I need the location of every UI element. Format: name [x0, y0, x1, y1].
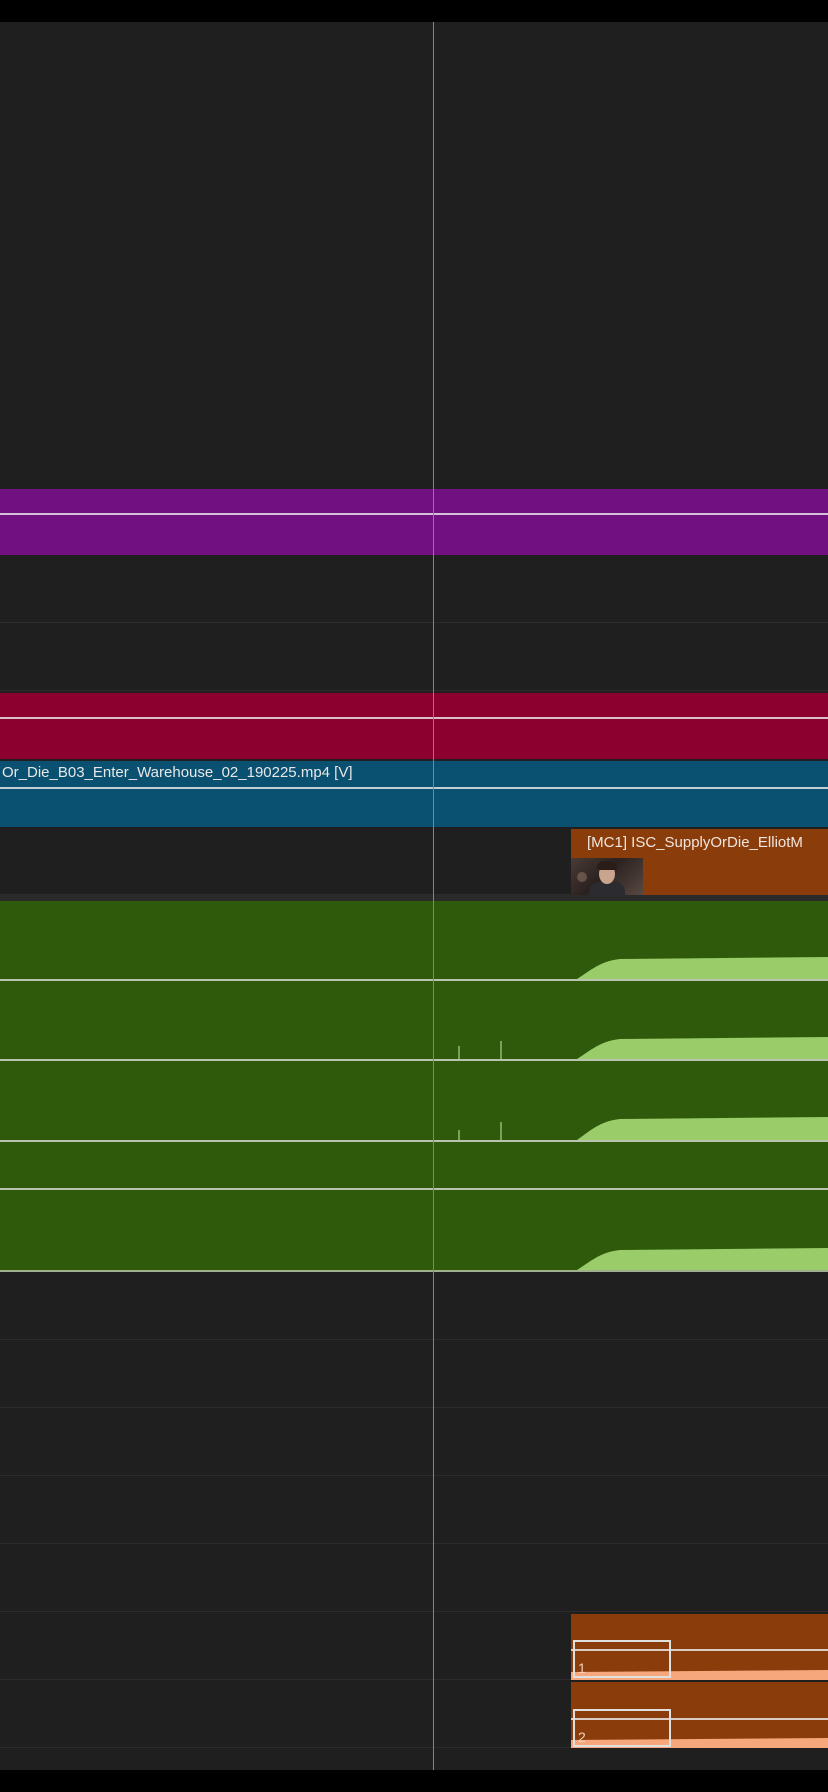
video-track-row[interactable]: [MC1] ISC_SupplyOrDie_ElliotM [0, 827, 828, 895]
clip-keyframe-line[interactable] [0, 787, 828, 789]
multicam-clip[interactable]: [MC1] ISC_SupplyOrDie_ElliotM [571, 829, 828, 895]
clip-name: Or_Die_B03_Enter_Warehouse_02_190225.mp4… [2, 764, 353, 781]
red-clip[interactable] [0, 693, 828, 759]
audio-effect-box[interactable]: 2 [573, 1709, 671, 1747]
audio-track-row[interactable]: 2 [0, 1680, 828, 1748]
clip-name: [MC1] ISC_SupplyOrDie_ElliotM [587, 834, 803, 851]
audio-track-row[interactable] [0, 1544, 828, 1612]
video-track-row[interactable]: Or_Die_B03_Enter_Warehouse_02_190225.mp4… [0, 759, 828, 827]
audio-track-row[interactable]: 1 [0, 1612, 828, 1680]
effect-index: 1 [578, 1660, 586, 1676]
video-clip[interactable]: Or_Die_B03_Enter_Warehouse_02_190225.mp4… [0, 761, 828, 827]
video-track-row[interactable] [0, 487, 828, 555]
video-track-row[interactable] [0, 623, 828, 691]
clip-keyframe-line[interactable] [0, 513, 828, 515]
audio-track-row[interactable] [0, 1272, 828, 1340]
sequence-timeline[interactable]: Or_Die_B03_Enter_Warehouse_02_190225.mp4… [0, 22, 828, 1770]
audio-effect-box[interactable]: 1 [573, 1640, 671, 1678]
waveform [577, 957, 828, 979]
audio-clip[interactable] [0, 1061, 828, 1140]
empty-track-area [0, 22, 828, 487]
clip-thumbnail [571, 858, 643, 895]
waveform [577, 1248, 828, 1270]
audio-clip[interactable] [0, 1190, 828, 1270]
waveform [458, 1117, 828, 1140]
waveform [458, 1037, 828, 1059]
video-track-row[interactable] [0, 555, 828, 623]
audio-track-row[interactable] [0, 1340, 828, 1408]
video-track-row[interactable] [0, 691, 828, 759]
playhead-line[interactable] [433, 22, 434, 1770]
audio-clip-orange[interactable]: 2 [571, 1682, 828, 1748]
audio-track-row[interactable] [0, 1476, 828, 1544]
effect-index: 2 [578, 1729, 586, 1745]
clip-keyframe-line[interactable] [0, 717, 828, 719]
audio-clip[interactable] [0, 981, 828, 1059]
audio-clip[interactable] [0, 901, 828, 979]
purple-clip[interactable] [0, 489, 828, 555]
audio-track-row[interactable] [0, 1408, 828, 1476]
audio-clip-orange[interactable]: 1 [571, 1614, 828, 1680]
